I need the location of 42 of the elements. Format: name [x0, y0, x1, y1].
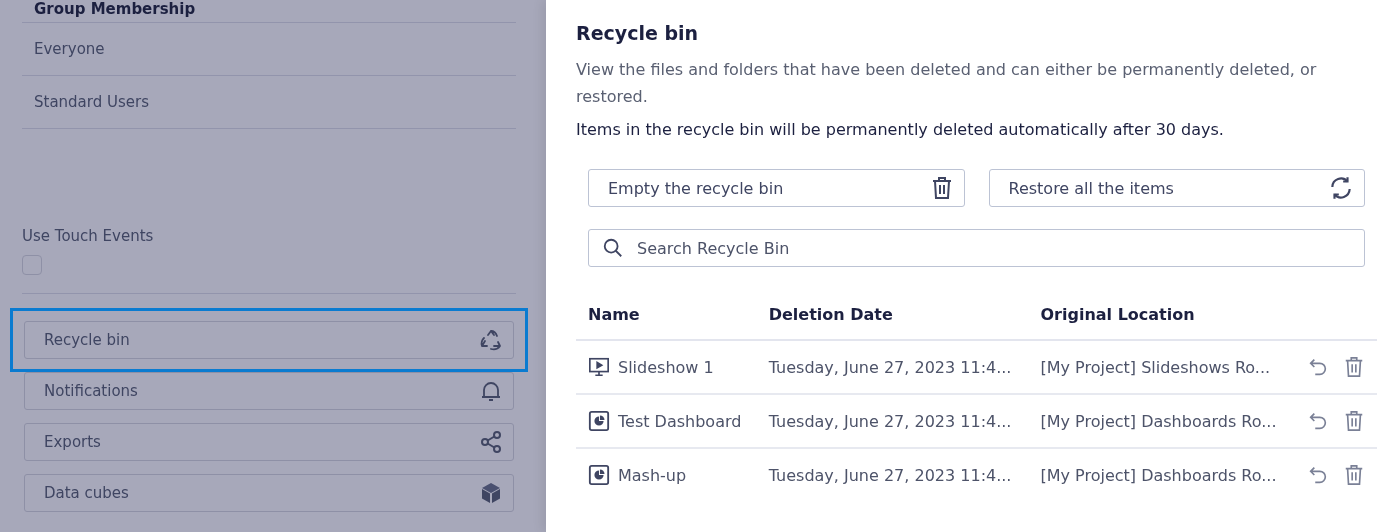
panel-title: Recycle bin: [576, 22, 700, 44]
empty-bin-button[interactable]: Empty the recycle bin: [588, 169, 965, 207]
item-name: Test Dashboard: [618, 411, 742, 431]
table-cell: Tuesday, June 27, 2023 11:4...: [756, 448, 1029, 501]
dashboard-icon: [588, 410, 610, 432]
undo-icon[interactable]: [1307, 356, 1329, 378]
restore-all-button[interactable]: Restore all the items: [988, 169, 1365, 207]
table-cell: [My Project] Dashboards Ro...: [1028, 394, 1294, 448]
table-cell: Tuesday, June 27, 2023 11:4...: [756, 394, 1029, 448]
search-icon: [602, 237, 624, 259]
trash-icon[interactable]: [1343, 464, 1365, 486]
search-field[interactable]: Search Recycle Bin: [588, 229, 1365, 267]
checkbox-label: Use Touch Events: [22, 227, 155, 245]
column-header: Name: [576, 297, 757, 340]
table-cell: [My Project] Slideshows Ro...: [1028, 340, 1294, 394]
sidebar-button[interactable]: Notifications: [24, 372, 514, 410]
undo-icon[interactable]: [1307, 410, 1329, 432]
column-header: Original Location: [1028, 297, 1294, 340]
monitor-play-icon: [588, 356, 610, 378]
group-item[interactable]: Everyone: [22, 23, 516, 76]
trash-icon[interactable]: [1343, 356, 1365, 378]
item-name: Mash-up: [618, 465, 687, 485]
table-cell: Tuesday, June 27, 2023 11:4...: [756, 340, 1029, 394]
cube-icon: [479, 481, 503, 505]
sidebar-button[interactable]: Exports: [24, 423, 514, 461]
undo-icon[interactable]: [1307, 464, 1329, 486]
recycle-icon: [479, 328, 503, 352]
description-text: View the files and folders that have been deleted and can either be permanently deleted, or restored.: [576, 59, 1318, 108]
column-header: Deletion Date: [756, 297, 1029, 340]
item-name: Slideshow 1: [618, 357, 714, 377]
checkbox[interactable]: [22, 255, 42, 275]
section-heading: Group Membership: [22, 0, 516, 23]
note-text: Items in the recycle bin will be permanently deleted automatically after 30 days.: [576, 120, 1225, 139]
table-cell: [My Project] Dashboards Ro...: [1028, 448, 1294, 501]
bell-icon: [479, 379, 503, 403]
share-icon: [479, 430, 503, 454]
group-item[interactable]: Standard Users: [22, 76, 516, 129]
dashboard-icon: [588, 464, 610, 486]
trash-icon[interactable]: [1343, 410, 1365, 432]
refresh-icon: [1328, 175, 1354, 201]
sidebar-button[interactable]: Recycle bin: [24, 321, 514, 359]
sidebar-button[interactable]: Data cubes: [24, 474, 514, 512]
